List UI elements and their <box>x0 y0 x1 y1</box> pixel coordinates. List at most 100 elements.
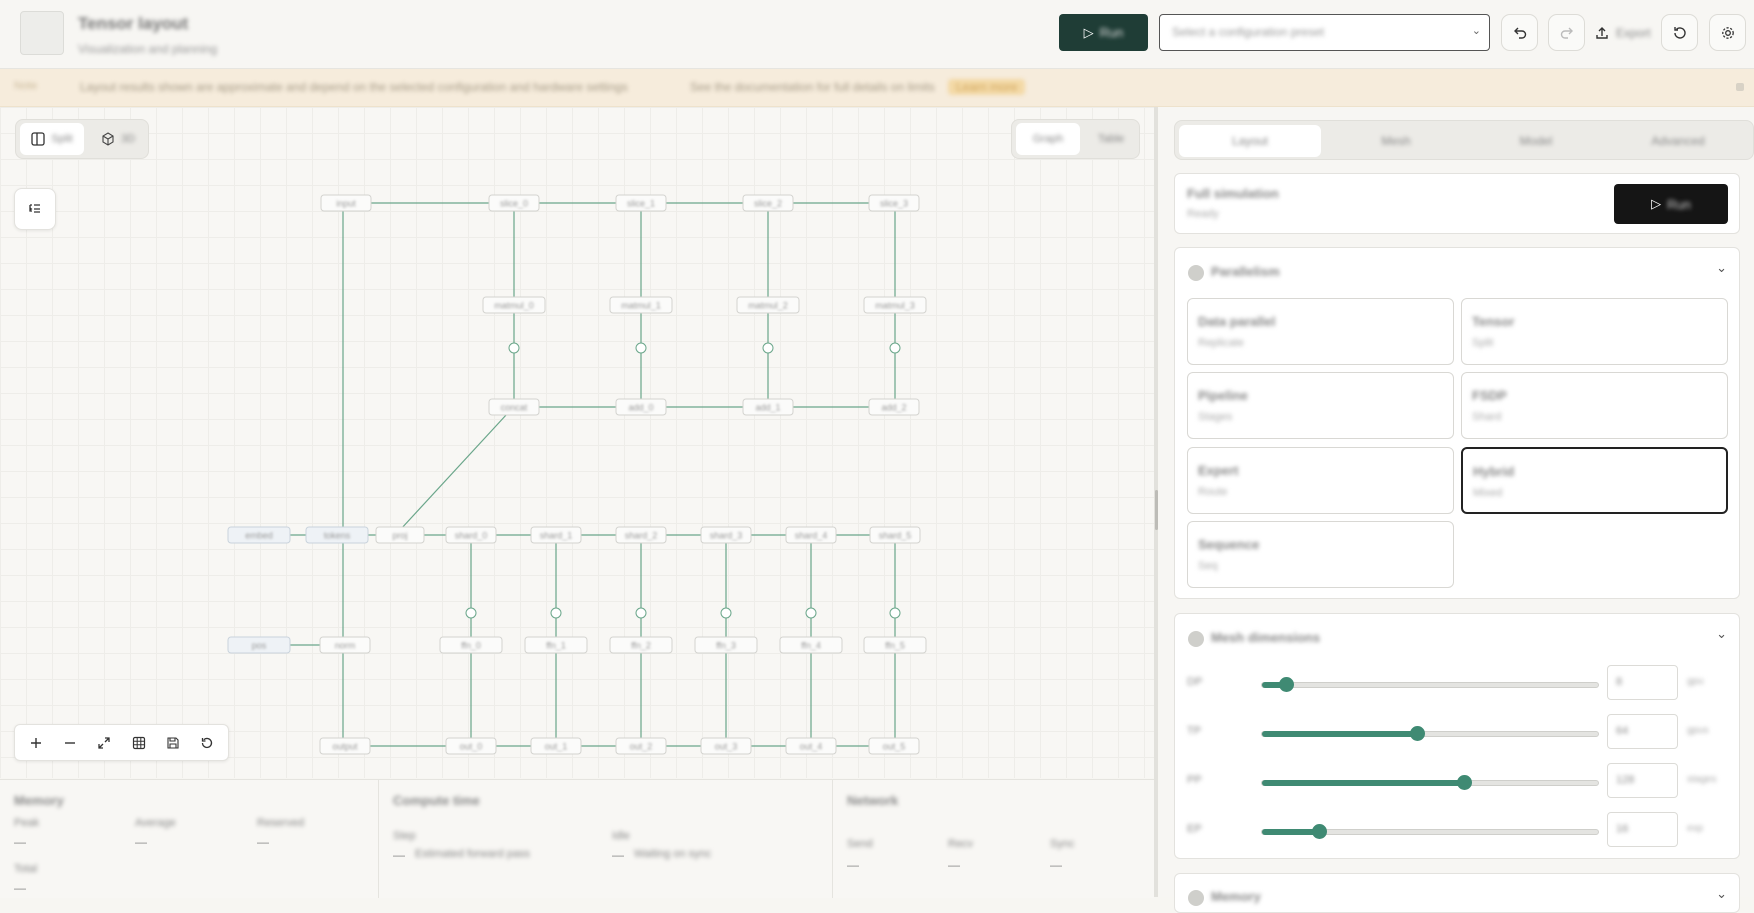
graph-node[interactable]: out_1 <box>530 737 582 755</box>
fit-view-button[interactable] <box>90 729 118 757</box>
graph-node[interactable]: tokens <box>305 526 369 544</box>
graph-node[interactable]: out_3 <box>700 737 752 755</box>
tab-advanced[interactable]: Advanced <box>1607 125 1749 157</box>
strategy-option[interactable]: Expert Route <box>1187 447 1454 514</box>
view-3d-option[interactable]: 3D <box>90 123 146 155</box>
graph-node[interactable]: ffn_4 <box>779 636 843 654</box>
graph-node[interactable]: output <box>319 737 371 755</box>
view-split-option[interactable]: Split <box>20 123 84 155</box>
slider-value-input[interactable]: 64 <box>1607 714 1678 749</box>
graph-node[interactable]: slice_3 <box>868 194 920 212</box>
chevron-down-icon[interactable]: ⌄ <box>1716 626 1727 642</box>
zoom-in-button[interactable] <box>22 729 50 757</box>
graph-node[interactable]: norm <box>319 636 371 654</box>
mode-toggle[interactable]: Graph Table <box>1011 119 1140 159</box>
graph-node[interactable]: shard_0 <box>445 526 497 544</box>
strategy-option[interactable]: Sequence Seq <box>1187 521 1454 588</box>
graph-node[interactable]: out_4 <box>785 737 837 755</box>
graph-node[interactable]: shard_2 <box>615 526 667 544</box>
slider-value-input[interactable]: 16 <box>1607 812 1678 847</box>
graph-node-label: ffn_1 <box>546 641 566 651</box>
reset-button[interactable] <box>1661 14 1698 51</box>
graph-node[interactable]: matmul_1 <box>609 296 673 314</box>
close-icon[interactable] <box>1736 83 1744 91</box>
strategy-option[interactable]: Tensor Split <box>1461 298 1728 365</box>
view-toggle[interactable]: Split 3D <box>15 119 149 159</box>
upload-icon <box>1596 26 1608 39</box>
strategy-option[interactable]: FSDP Shard <box>1461 372 1728 439</box>
save-icon <box>167 736 179 749</box>
tab-mesh[interactable]: Mesh <box>1325 125 1467 157</box>
slider-track[interactable] <box>1261 677 1599 692</box>
preset-select[interactable]: Select a configuration preset ⌄ <box>1159 14 1490 51</box>
strategy-option[interactable]: Hybrid Mixed <box>1461 447 1728 514</box>
zoom-out-button[interactable] <box>56 729 84 757</box>
graph-node[interactable]: slice_0 <box>488 194 540 212</box>
run-simulation-button[interactable]: ▷ Run <box>1614 184 1728 224</box>
graph-node[interactable]: matmul_2 <box>736 296 800 314</box>
graph-nodes[interactable]: input slice_0 slice_1 slice_2 slice_3 matmul_… <box>227 194 927 755</box>
tab-layout[interactable]: Layout <box>1179 125 1321 157</box>
strategy-option[interactable]: Pipeline Stages <box>1187 372 1454 439</box>
mode-graph-option[interactable]: Graph <box>1016 123 1080 155</box>
drag-handle-icon[interactable] <box>1155 490 1158 530</box>
graph-node-label: proj <box>392 531 407 541</box>
slider-thumb[interactable] <box>1312 824 1328 839</box>
graph-node[interactable]: input <box>320 194 372 212</box>
graph-node[interactable]: ffn_2 <box>609 636 673 654</box>
graph-node[interactable]: out_2 <box>615 737 667 755</box>
graph-node[interactable]: ffn_1 <box>524 636 588 654</box>
graph-node[interactable]: slice_2 <box>742 194 794 212</box>
graph-node-label: ffn_2 <box>631 641 651 651</box>
slider-value-input[interactable]: 128 <box>1607 763 1678 798</box>
graph-svg[interactable]: input slice_0 slice_1 slice_2 slice_3 matmul_… <box>0 107 1154 778</box>
slider-track[interactable] <box>1261 775 1599 790</box>
undo-button[interactable] <box>1501 14 1538 51</box>
slider-thumb[interactable] <box>1278 677 1294 692</box>
graph-node[interactable]: add_2 <box>868 398 920 416</box>
graph-node[interactable]: proj <box>375 526 425 544</box>
slider-thumb[interactable] <box>1456 775 1472 790</box>
slider-thumb[interactable] <box>1409 726 1425 741</box>
graph-node[interactable]: concat <box>488 398 540 416</box>
outline-button[interactable] <box>14 188 56 230</box>
graph-node[interactable]: slice_1 <box>615 194 667 212</box>
slider-track[interactable] <box>1261 726 1599 741</box>
graph-node-label: ffn_0 <box>461 641 481 651</box>
graph-node[interactable]: shard_4 <box>785 526 837 544</box>
graph-node[interactable]: embed <box>227 526 291 544</box>
graph-node[interactable]: ffn_0 <box>439 636 503 654</box>
graph-node[interactable]: shard_5 <box>869 526 921 544</box>
graph-node[interactable]: matmul_3 <box>863 296 927 314</box>
graph-node[interactable]: shard_1 <box>530 526 582 544</box>
graph-node[interactable]: out_5 <box>868 737 920 755</box>
settings-button[interactable] <box>1709 14 1746 51</box>
save-layout-button[interactable] <box>159 729 187 757</box>
graph-node-label: input <box>336 199 356 209</box>
play-icon: ▷ <box>1651 196 1662 211</box>
mode-table-option[interactable]: Table <box>1084 123 1138 155</box>
graph-node[interactable]: ffn_5 <box>863 636 927 654</box>
grid-toggle-button[interactable] <box>125 729 153 757</box>
chevron-down-icon[interactable]: ⌄ <box>1716 886 1727 902</box>
graph-canvas[interactable]: input slice_0 slice_1 slice_2 slice_3 matmul_… <box>0 107 1154 778</box>
strategy-option[interactable]: Data parallel Replicate <box>1187 298 1454 365</box>
graph-node[interactable]: out_0 <box>445 737 497 755</box>
redo-button[interactable] <box>1548 14 1585 51</box>
graph-node[interactable]: matmul_0 <box>482 296 546 314</box>
slider-value-input[interactable]: 8 <box>1607 665 1678 700</box>
export-button[interactable]: Export <box>1594 14 1656 51</box>
chevron-down-icon: ⌄ <box>1471 25 1481 37</box>
graph-node[interactable]: add_1 <box>742 398 794 416</box>
reset-view-button[interactable] <box>193 729 221 757</box>
graph-node[interactable]: ffn_3 <box>694 636 758 654</box>
graph-node[interactable]: shard_3 <box>700 526 752 544</box>
slider-track[interactable] <box>1261 824 1599 839</box>
tab-model[interactable]: Model <box>1465 125 1607 157</box>
graph-node[interactable]: add_0 <box>615 398 667 416</box>
banner-link[interactable]: Learn more <box>948 79 1026 95</box>
panel-tabs[interactable]: Layout Mesh Model Advanced <box>1174 120 1754 160</box>
graph-node[interactable]: pos <box>227 636 291 654</box>
chevron-down-icon[interactable]: ⌄ <box>1716 260 1727 276</box>
run-button[interactable]: ▷ Run <box>1059 14 1148 51</box>
